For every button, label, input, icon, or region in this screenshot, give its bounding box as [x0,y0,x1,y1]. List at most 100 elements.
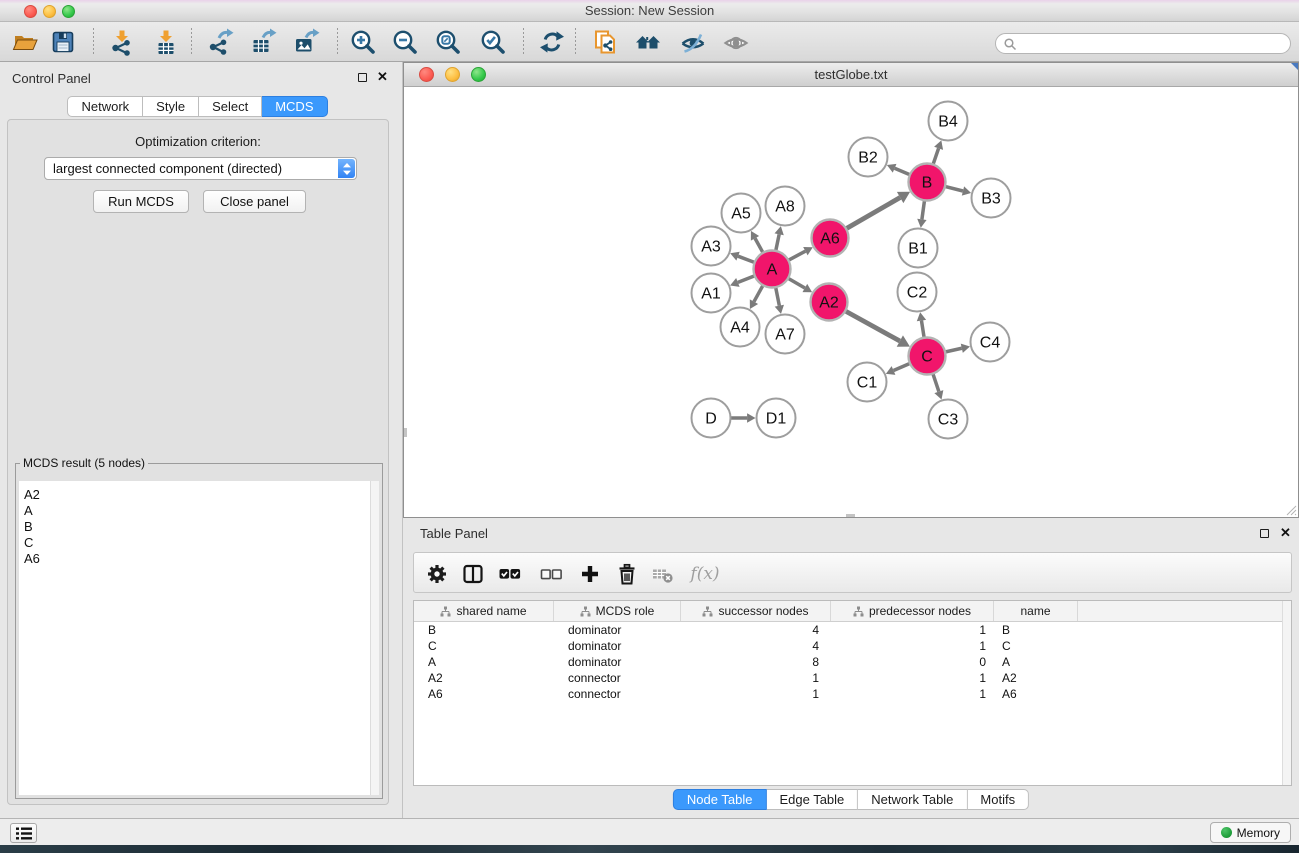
graph-edge-C-C4[interactable] [945,348,962,352]
open-session-button[interactable] [11,28,39,56]
column-header-name[interactable]: name [994,601,1078,621]
hide-panels-button[interactable] [679,28,707,56]
splitter-handle[interactable] [404,428,407,437]
graph-edge-A-A3[interactable] [738,256,755,262]
memory-button[interactable]: Memory [1210,822,1291,843]
search-input[interactable] [1021,37,1290,51]
table-row[interactable]: A6connector11A6 [414,686,1291,702]
table-cell[interactable]: A6 [994,686,1078,702]
task-console-button[interactable] [10,823,37,843]
table-cell[interactable]: 1 [831,686,994,702]
export-network-button[interactable] [206,28,234,56]
table-row[interactable]: Bdominator41B [414,622,1291,638]
column-header-successor-nodes[interactable]: successor nodes [681,601,831,621]
split-panel-button[interactable] [459,560,486,587]
graph-edge-A-A2[interactable] [788,278,805,288]
table-cell[interactable]: dominator [554,654,681,670]
network-graph[interactable]: AA1A2A3A4A5A6A7A8BB1B2B3B4CC1C2C3C4DD1 [404,87,1298,517]
column-header-mcds-role[interactable]: MCDS role [554,601,681,621]
graph-edge-A-A1[interactable] [738,276,755,283]
tab-edge-table[interactable]: Edge Table [766,789,858,810]
table-cell[interactable]: B [414,622,554,638]
table-cell[interactable]: B [994,622,1078,638]
mcds-result-list[interactable]: A2ABCA6 [19,481,379,795]
deselect-all-button[interactable] [537,560,564,587]
scrollbar-track[interactable] [370,481,379,795]
graph-edge-A2-C[interactable] [845,311,900,341]
tab-motifs[interactable]: Motifs [967,789,1029,810]
add-column-button[interactable] [576,560,603,587]
table-cell[interactable]: C [994,638,1078,654]
graph-edge-B-B2[interactable] [895,168,910,175]
mcds-result-item[interactable]: A6 [19,551,379,567]
graph-edge-A-A6[interactable] [788,251,805,260]
zoom-in-button[interactable] [349,28,377,56]
table-cell[interactable]: 4 [681,638,831,654]
import-table-button[interactable] [152,28,180,56]
show-panels-button[interactable] [722,28,750,56]
table-row[interactable]: Adominator80A [414,654,1291,670]
table-cell[interactable]: 1 [831,638,994,654]
delete-columns-button[interactable] [613,560,640,587]
graph-edge-A-A8[interactable] [776,234,779,251]
select-all-button[interactable] [496,560,523,587]
resize-grip-icon[interactable] [1284,503,1297,516]
run-mcds-button[interactable]: Run MCDS [93,190,189,213]
function-builder-button[interactable]: f(x) [687,560,723,587]
duplicate-network-button[interactable] [591,28,619,56]
table-cell[interactable]: 1 [681,686,831,702]
graph-edge-A-A4[interactable] [754,285,763,301]
close-panel-icon[interactable]: ✕ [1280,528,1291,537]
search-field[interactable] [995,33,1291,54]
table-cell[interactable]: dominator [554,622,681,638]
splitter-handle[interactable] [846,514,855,517]
graph-edge-A6-B[interactable] [846,198,900,229]
scrollbar-track[interactable] [1282,601,1291,785]
go-home-button[interactable] [634,28,662,56]
refresh-view-button[interactable] [538,28,566,56]
graph-edge-B-B4[interactable] [933,148,939,164]
criterion-dropdown[interactable]: largest connected component (directed) [44,157,357,180]
table-cell[interactable]: A2 [994,670,1078,686]
table-cell[interactable]: A2 [414,670,554,686]
table-cell[interactable]: A6 [414,686,554,702]
close-panel-button[interactable]: Close panel [203,190,306,213]
table-cell[interactable]: dominator [554,638,681,654]
network-canvas[interactable]: AA1A2A3A4A5A6A7A8BB1B2B3B4CC1C2C3C4DD1 [404,87,1298,517]
mcds-result-item[interactable]: B [19,519,379,535]
tab-mcds[interactable]: MCDS [262,96,327,117]
tab-network[interactable]: Network [67,96,143,117]
zoom-selected-button[interactable] [479,28,507,56]
zoom-fit-button[interactable] [434,28,462,56]
tab-node-table[interactable]: Node Table [673,789,767,810]
table-cell[interactable]: 1 [831,622,994,638]
table-cell[interactable]: connector [554,686,681,702]
mcds-result-item[interactable]: A [19,503,379,519]
close-panel-icon[interactable]: ✕ [377,72,388,81]
tab-select[interactable]: Select [199,96,262,117]
table-cell[interactable]: 8 [681,654,831,670]
graph-edge-C-C1[interactable] [894,363,911,370]
table-cell[interactable]: 1 [831,670,994,686]
graph-edge-A-A5[interactable] [755,238,763,253]
float-panel-icon[interactable] [1260,529,1269,538]
table-row[interactable]: A2connector11A2 [414,670,1291,686]
tab-network-table[interactable]: Network Table [858,789,967,810]
table-cell[interactable]: connector [554,670,681,686]
graph-edge-B-B1[interactable] [922,200,925,219]
graph-edge-A-A7[interactable] [776,287,780,306]
delete-table-button[interactable] [649,560,676,587]
graph-edge-C-C3[interactable] [933,374,939,392]
table-cell[interactable]: A [414,654,554,670]
column-header-shared-name[interactable]: shared name [414,601,554,621]
tab-style[interactable]: Style [143,96,199,117]
zoom-out-button[interactable] [391,28,419,56]
graph-edge-C-C2[interactable] [921,321,924,338]
mcds-result-item[interactable]: C [19,535,379,551]
mcds-result-item[interactable]: A2 [19,487,379,503]
graph-edge-B-B3[interactable] [945,186,963,191]
network-window-titlebar[interactable]: testGlobe.txt [404,63,1298,87]
import-network-button[interactable] [108,28,136,56]
table-body[interactable]: Bdominator41BCdominator41CAdominator80AA… [414,622,1291,702]
float-panel-icon[interactable] [358,73,367,82]
